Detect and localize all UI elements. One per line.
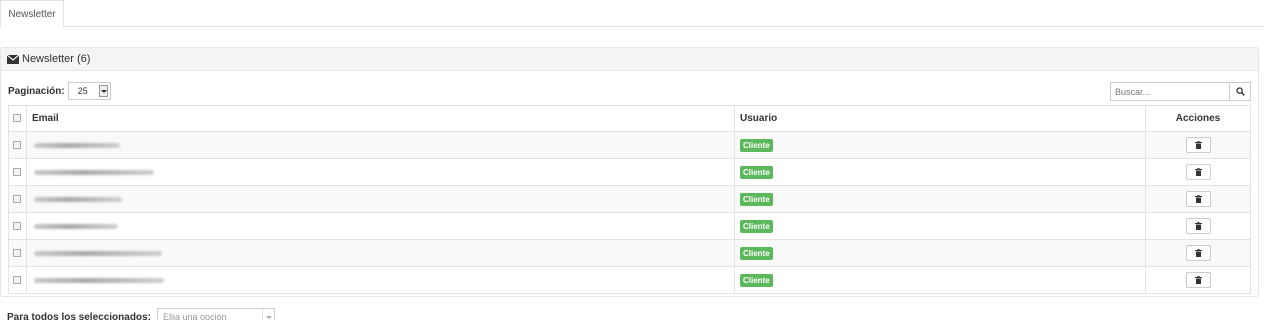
bulk-action-select[interactable]: Elija una opción xyxy=(156,308,275,320)
redacted-email xyxy=(34,224,118,229)
table-header-row: Email Usuario Acciones xyxy=(8,105,1251,132)
row-checkbox-cell xyxy=(8,158,27,186)
row-checkbox[interactable] xyxy=(13,141,21,150)
newsletter-table: Email Usuario Acciones Cliente Cliente C… xyxy=(8,105,1251,294)
user-cell: Cliente xyxy=(734,185,1146,213)
row-checkbox-cell xyxy=(8,212,27,240)
email-cell xyxy=(26,212,735,240)
trash-icon xyxy=(1194,168,1202,176)
trash-icon xyxy=(1194,249,1202,257)
email-cell xyxy=(26,185,735,213)
trash-icon xyxy=(1194,222,1202,230)
redacted-email xyxy=(34,278,164,283)
newsletter-panel: Newsletter (6) Paginación: 25 Email Usua… xyxy=(0,47,1259,297)
user-badge: Cliente xyxy=(740,219,773,233)
chevron-down-icon xyxy=(98,85,108,97)
user-badge: Cliente xyxy=(740,273,773,287)
pagination-label: Paginación: xyxy=(8,85,65,97)
pagination-control: Paginación: 25 xyxy=(8,82,111,100)
actions-cell xyxy=(1145,185,1251,213)
redacted-email xyxy=(34,143,120,148)
bulk-action-label: Para todos los seleccionados: xyxy=(7,311,151,320)
delete-button[interactable] xyxy=(1185,272,1211,288)
row-checkbox-cell xyxy=(8,185,27,213)
redacted-email xyxy=(34,170,154,175)
row-checkbox[interactable] xyxy=(13,249,21,258)
row-checkbox[interactable] xyxy=(13,168,21,177)
search-input[interactable] xyxy=(1110,82,1230,101)
delete-button[interactable] xyxy=(1185,191,1211,207)
table-row: Cliente xyxy=(8,239,1251,267)
select-all-checkbox[interactable] xyxy=(13,114,21,123)
bulk-action-bar: Para todos los seleccionados: Elija una … xyxy=(7,308,275,320)
actions-cell xyxy=(1145,158,1251,186)
actions-cell xyxy=(1145,266,1251,294)
header-checkbox-cell xyxy=(8,105,27,132)
row-checkbox-cell xyxy=(8,266,27,294)
user-cell: Cliente xyxy=(734,212,1146,240)
user-cell: Cliente xyxy=(734,158,1146,186)
user-badge: Cliente xyxy=(740,165,773,179)
user-cell: Cliente xyxy=(734,266,1146,294)
tab-bar: Newsletter xyxy=(0,0,1264,28)
header-email[interactable]: Email xyxy=(26,105,735,132)
panel-heading: Newsletter (6) xyxy=(1,48,1258,71)
actions-cell xyxy=(1145,212,1251,240)
redacted-email xyxy=(34,197,122,202)
email-cell xyxy=(26,158,735,186)
redacted-email xyxy=(34,251,162,256)
table-row: Cliente xyxy=(8,158,1251,186)
pagination-select[interactable]: 25 xyxy=(67,82,111,100)
search-icon xyxy=(1235,87,1245,96)
user-badge: Cliente xyxy=(740,192,773,206)
chevron-down-icon xyxy=(261,309,274,320)
pagination-value: 25 xyxy=(77,86,88,96)
email-cell xyxy=(26,131,735,159)
trash-icon xyxy=(1194,141,1202,149)
search-button[interactable] xyxy=(1230,82,1251,101)
bulk-action-placeholder: Elija una opción xyxy=(162,312,227,320)
row-checkbox[interactable] xyxy=(13,222,21,231)
actions-cell xyxy=(1145,131,1251,159)
row-checkbox[interactable] xyxy=(13,195,21,204)
user-cell: Cliente xyxy=(734,131,1146,159)
trash-icon xyxy=(1194,276,1202,284)
table-row: Cliente xyxy=(8,185,1251,213)
trash-icon xyxy=(1194,195,1202,203)
envelope-icon xyxy=(7,54,19,64)
table-row: Cliente xyxy=(8,266,1251,294)
actions-cell xyxy=(1145,239,1251,267)
tab-newsletter[interactable]: Newsletter xyxy=(0,0,64,28)
email-cell xyxy=(26,239,735,267)
table-row: Cliente xyxy=(8,131,1251,159)
row-checkbox-cell xyxy=(8,131,27,159)
user-badge: Cliente xyxy=(740,246,773,260)
user-badge: Cliente xyxy=(740,138,773,152)
search-group xyxy=(1110,82,1251,101)
email-cell xyxy=(26,266,735,294)
row-checkbox-cell xyxy=(8,239,27,267)
row-checkbox[interactable] xyxy=(13,276,21,285)
panel-title: Newsletter (6) xyxy=(22,53,91,65)
delete-button[interactable] xyxy=(1185,245,1211,261)
delete-button[interactable] xyxy=(1185,164,1211,180)
header-actions: Acciones xyxy=(1145,105,1251,132)
delete-button[interactable] xyxy=(1185,137,1211,153)
header-user[interactable]: Usuario xyxy=(734,105,1146,132)
delete-button[interactable] xyxy=(1185,218,1211,234)
user-cell: Cliente xyxy=(734,239,1146,267)
table-row: Cliente xyxy=(8,212,1251,240)
